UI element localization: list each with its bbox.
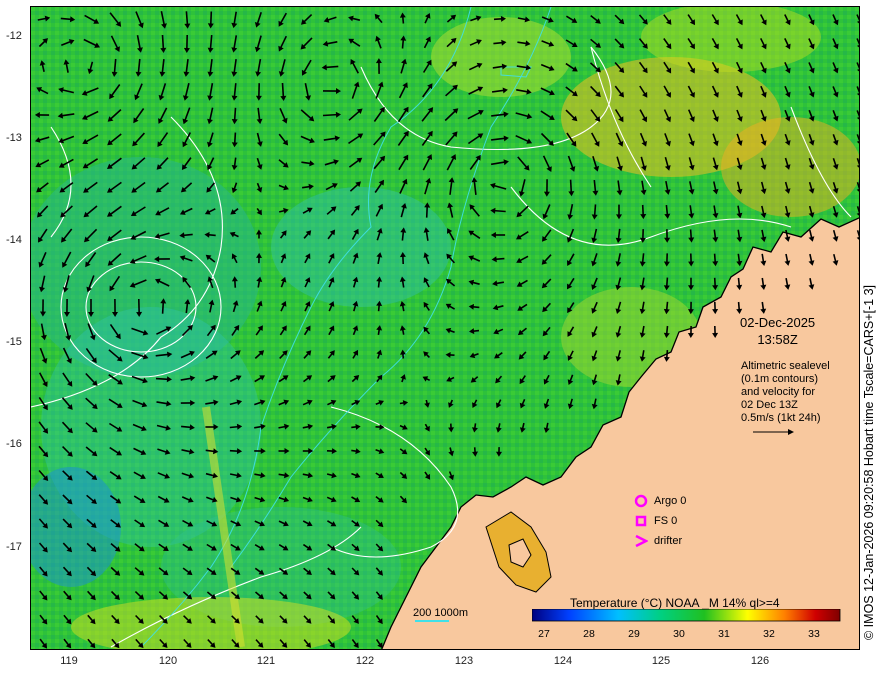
colorbar-title: Temperature (°C) NOAA _M 14% ql>=4 [570,596,780,610]
colorbar-tick: 28 [583,628,595,640]
legend-label: drifter [654,535,683,547]
depth-legend: 200 1000m [413,607,468,619]
lon-tick: 119 [60,655,78,667]
colorbar-bar [532,609,841,622]
colorbar-tick: 27 [538,628,550,640]
lat-tick: -15 [6,336,22,348]
lat-tick: -14 [6,234,22,246]
altimetry-note: Altimetric sealevel (0.1m contours) and … [741,360,851,425]
chevron-icon [635,534,648,548]
sst-map [31,7,859,649]
colorbar-tick: 33 [808,628,820,640]
lon-tick: 123 [454,655,474,667]
lon-tick: 121 [256,655,276,667]
map-frame[interactable] [30,6,860,650]
lon-tick: 120 [158,655,178,667]
depth-deep-label: 1000m [434,607,469,619]
square-icon [635,515,647,527]
colorbar-tick: 30 [673,628,685,640]
lon-tick: 125 [651,655,671,667]
map-date: 02-Dec-2025 [740,315,816,330]
lon-tick: 122 [355,655,375,667]
legend-drifter: drifter [634,534,682,548]
timestamp-block: 02-Dec-2025 13:58Z [740,314,815,348]
lat-tick: -12 [6,30,22,42]
map-time: 13:58Z [757,332,798,347]
lon-tick: 126 [750,655,770,667]
colorbar-tick: 29 [628,628,640,640]
depth-shallow-label: 200 [413,607,432,619]
credit-text: © IMOS 12-Jan-2026 09:20:58 Hobart time … [862,285,876,640]
lat-tick: -16 [6,438,22,450]
legend-label: Argo 0 [654,495,687,507]
altimetry-line: (0.1m contours) [741,373,819,385]
altimetry-line: and velocity for [741,386,815,398]
lat-tick: -13 [6,132,22,144]
lon-tick: 124 [553,655,573,667]
lat-tick: -17 [6,541,22,553]
legend-argo: Argo 0 [634,494,686,508]
legend-fs: FS 0 [634,514,677,528]
colorbar-tick: 32 [763,628,775,640]
circle-icon [634,494,648,508]
legend-label: FS 0 [654,515,678,527]
altimetry-line: 02 Dec 13Z [741,399,798,411]
altimetry-line: Altimetric sealevel [741,360,830,372]
colorbar-tick: 31 [718,628,730,640]
altimetry-line: 0.5m/s (1kt 24h) [741,412,821,424]
